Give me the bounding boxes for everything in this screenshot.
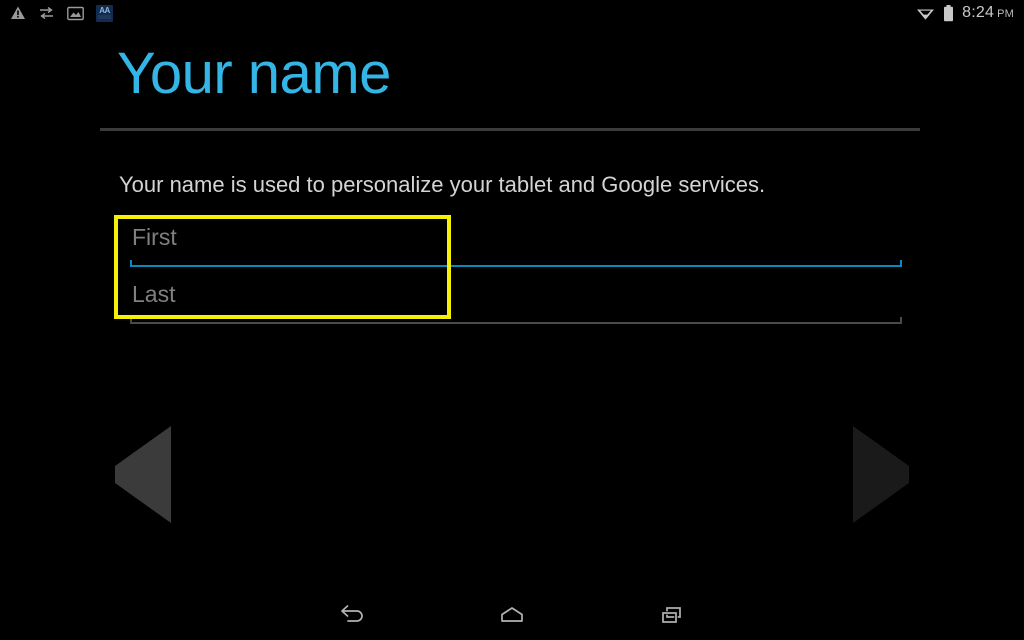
nav-back-button[interactable]	[332, 596, 372, 636]
first-name-field[interactable]: First	[130, 214, 902, 271]
first-name-placeholder: First	[132, 224, 177, 250]
home-icon	[498, 605, 526, 627]
app-notification-icon: AA	[96, 4, 113, 22]
status-bar-right-icons: 8:24 PM	[916, 0, 1014, 26]
right-triangle-icon	[853, 426, 909, 523]
left-triangle-icon	[115, 426, 171, 523]
screenshot-icon	[67, 6, 84, 21]
wizard-next-button[interactable]	[853, 426, 909, 546]
wizard-back-button[interactable]	[115, 426, 171, 546]
app-notification-glyph: AA	[99, 5, 110, 15]
warning-icon	[10, 5, 26, 21]
clock-meridiem: PM	[997, 7, 1014, 20]
recent-apps-icon	[658, 605, 686, 627]
data-sync-icon	[38, 6, 55, 20]
name-form: First Last	[130, 214, 902, 328]
last-name-placeholder: Last	[132, 281, 176, 307]
system-navigation-bar	[0, 592, 1024, 640]
back-arrow-icon	[338, 605, 366, 627]
wifi-icon	[916, 6, 935, 21]
last-name-field[interactable]: Last	[130, 271, 902, 328]
page-title: Your name	[117, 41, 391, 106]
description-text: Your name is used to personalize your ta…	[119, 172, 766, 197]
status-bar-clock: 8:24 PM	[962, 0, 1014, 27]
battery-icon	[943, 4, 954, 22]
nav-recents-button[interactable]	[652, 596, 692, 636]
first-name-underline	[130, 260, 902, 267]
nav-home-button[interactable]	[492, 596, 532, 636]
app-notification-bar	[98, 14, 111, 19]
clock-time: 8:24	[962, 3, 995, 21]
last-name-underline	[130, 317, 902, 324]
android-setup-screen: AA 8:24 PM Your name Your name is used t…	[0, 0, 1024, 640]
status-bar: AA 8:24 PM	[0, 0, 1024, 26]
status-bar-left-icons: AA	[10, 0, 113, 26]
title-divider	[100, 128, 920, 131]
system-navigation-buttons	[332, 592, 692, 640]
